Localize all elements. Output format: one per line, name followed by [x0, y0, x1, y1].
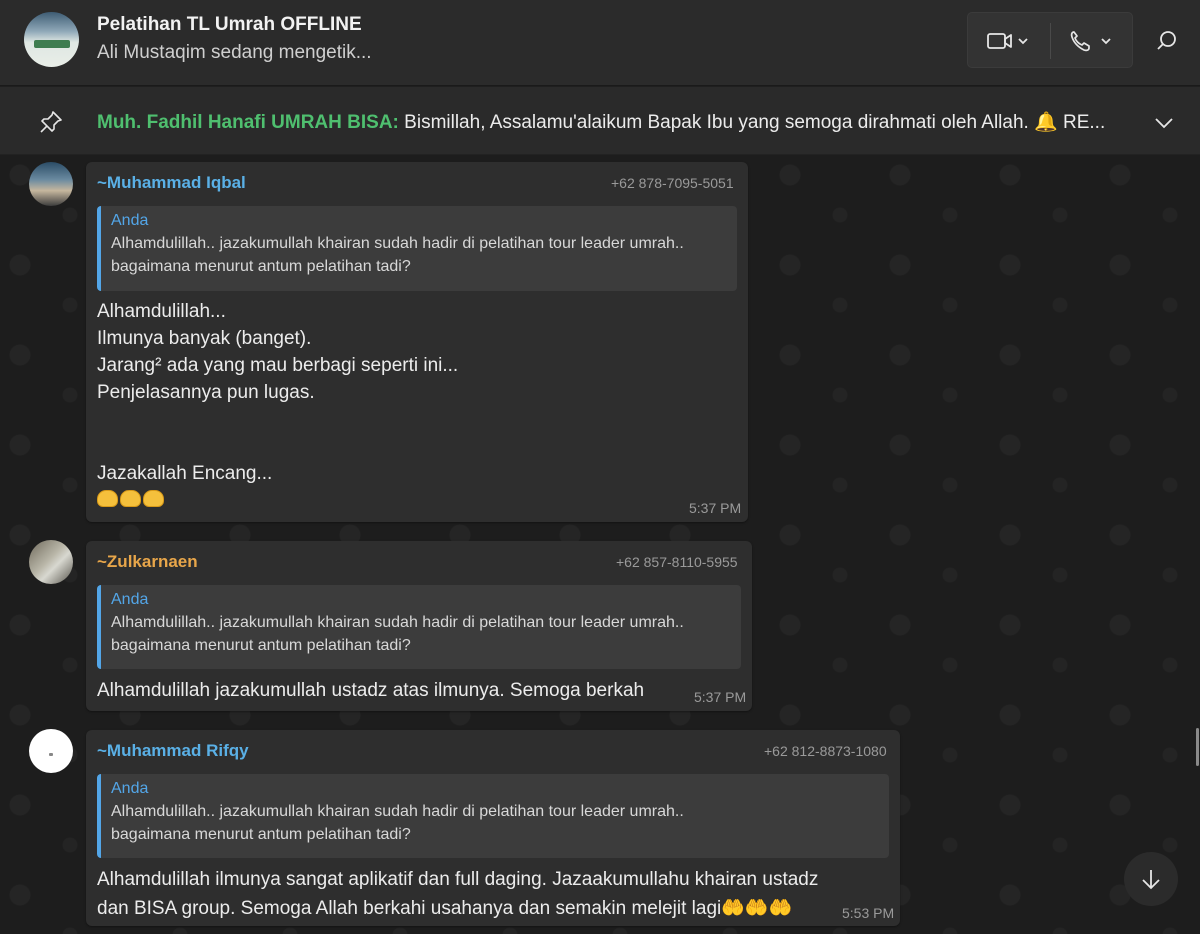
- scrollbar-thumb[interactable]: [1196, 728, 1199, 766]
- message-text-line: Jazakallah Encang...: [97, 463, 273, 484]
- video-camera-icon: [987, 33, 1028, 49]
- avatar[interactable]: [29, 540, 73, 584]
- message-text-line: Ilmunya banyak (banget).: [97, 328, 312, 349]
- sender-phone: +62 878-7095-5051: [611, 175, 734, 191]
- message-text-line: Alhamdulillah ilmunya sangat aplikatif d…: [97, 869, 819, 890]
- quote-text-line: bagaimana menurut antum pelatihan tadi?: [111, 258, 411, 275]
- pinned-message-text: Muh. Fadhil Hanafi UMRAH BISA: Bismillah…: [97, 110, 1137, 134]
- quote-text-line: bagaimana menurut antum pelatihan tadi?: [111, 826, 411, 843]
- quote-text-line: bagaimana menurut antum pelatihan tadi?: [111, 637, 411, 654]
- quote-author: Anda: [111, 591, 149, 608]
- message-text-line: Jarang² ada yang mau berbagi seperti ini…: [97, 355, 459, 376]
- message-bubble[interactable]: ~Muhammad Rifqy +62 812-8873-1080 Anda A…: [86, 730, 900, 926]
- pinned-message-bar[interactable]: Muh. Fadhil Hanafi UMRAH BISA: Bismillah…: [0, 87, 1200, 155]
- open-hands-emoji-icon: [120, 490, 141, 507]
- pinned-body: Bismillah, Assalamu'alaikum Bapak Ibu ya…: [398, 112, 1106, 133]
- group-avatar[interactable]: [24, 12, 79, 67]
- message-text-line: dan BISA group. Semoga Allah berkahi usa…: [97, 898, 793, 919]
- search-icon: [1157, 31, 1176, 50]
- scroll-to-bottom-button[interactable]: [1124, 852, 1178, 906]
- quote-text-line: Alhamdulillah.. jazakumullah khairan sud…: [111, 614, 684, 631]
- quoted-message[interactable]: Anda Alhamdulillah.. jazakumullah khaira…: [97, 206, 737, 291]
- typing-status: Ali Mustaqim sedang mengetik...: [97, 42, 372, 63]
- sender-name[interactable]: ~Muhammad Iqbal: [97, 173, 246, 193]
- sender-phone: +62 812-8873-1080: [764, 743, 887, 759]
- sender-name[interactable]: ~Zulkarnaen: [97, 552, 198, 572]
- video-call-button[interactable]: [968, 13, 1050, 69]
- avatar[interactable]: [29, 729, 73, 773]
- phone-icon: [1070, 31, 1111, 52]
- avatar[interactable]: [29, 162, 73, 206]
- voice-call-button[interactable]: [1051, 13, 1133, 69]
- call-controls: [967, 12, 1133, 68]
- quote-text-line: Alhamdulillah.. jazakumullah khairan sud…: [111, 803, 684, 820]
- chat-header: Pelatihan TL Umrah OFFLINE Ali Mustaqim …: [0, 0, 1200, 86]
- emoji-text: [97, 490, 164, 507]
- quote-author: Anda: [111, 212, 149, 229]
- message-text-line: Alhamdulillah jazakumullah ustadz atas i…: [97, 680, 645, 701]
- message-bubble[interactable]: ~Zulkarnaen +62 857-8110-5955 Anda Alham…: [86, 541, 752, 711]
- message-text-line: Penjelasannya pun lugas.: [97, 382, 315, 403]
- quoted-message[interactable]: Anda Alhamdulillah.. jazakumullah khaira…: [97, 585, 741, 669]
- open-hands-emoji-icon: [97, 490, 118, 507]
- arrow-down-icon: [1142, 870, 1160, 890]
- quote-text-line: Alhamdulillah.. jazakumullah khairan sud…: [111, 235, 684, 252]
- chevron-down-icon[interactable]: [1152, 111, 1176, 135]
- sender-name[interactable]: ~Muhammad Rifqy: [97, 741, 249, 761]
- message-list[interactable]: ~Muhammad Iqbal +62 878-7095-5051 Anda A…: [0, 155, 1200, 934]
- quoted-message[interactable]: Anda Alhamdulillah.. jazakumullah khaira…: [97, 774, 889, 858]
- quote-author: Anda: [111, 780, 149, 797]
- message-time: 5:37 PM: [689, 500, 742, 516]
- open-hands-emoji-icon: [143, 490, 164, 507]
- message-time: 5:37 PM: [694, 689, 747, 705]
- group-title[interactable]: Pelatihan TL Umrah OFFLINE: [97, 14, 362, 36]
- message-text-line: Alhamdulillah...: [97, 301, 226, 322]
- message-bubble[interactable]: ~Muhammad Iqbal +62 878-7095-5051 Anda A…: [86, 162, 748, 522]
- message-time: 5:53 PM: [842, 905, 895, 921]
- pinned-sender: Muh. Fadhil Hanafi UMRAH BISA:: [97, 112, 399, 133]
- search-button[interactable]: [1150, 24, 1184, 58]
- sender-phone: +62 857-8110-5955: [616, 554, 738, 570]
- pin-icon: [40, 111, 62, 133]
